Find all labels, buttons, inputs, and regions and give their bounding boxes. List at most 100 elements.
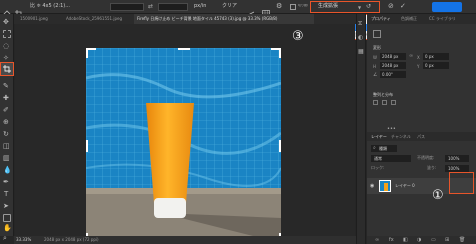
properties-tabs: プロパティ 色調補正 CC ライブラリ [367,14,476,24]
hand-tool-icon[interactable]: ✋ [3,224,12,232]
move-tool-icon[interactable]: ✥ [3,18,9,26]
x-field[interactable]: 0 px [423,53,449,60]
crop-height-field[interactable] [158,3,188,11]
fx-icon[interactable]: fx [389,237,394,243]
document-size: 2048 px x 2048 px (72 ppi) [44,237,99,242]
crop-icon [3,65,11,73]
layer-thumbnail [379,180,391,192]
fill-field[interactable]: 100% [445,165,469,172]
lasso-tool-icon[interactable]: ◌ [3,42,9,50]
link-layers-icon[interactable]: ∞ [375,237,379,243]
y-field[interactable]: 0 px [423,62,449,69]
crop-tool-button[interactable] [0,62,14,76]
annotation-badge-3: ③ [292,29,304,44]
zoom-tool-icon[interactable]: ⌕ [3,234,7,243]
tab-doc-2[interactable]: AdobeStock_25961551.jpeg [66,17,122,21]
color-panel-icon[interactable]: ◐ [358,34,363,41]
document-tabs: 1500901.jpeg AdobeStock_25961551.jpeg Fi… [14,14,360,24]
blur-tool-icon[interactable]: 💧 [3,166,12,174]
adjustment-icon[interactable]: ◑ [417,237,421,243]
pool-photo [86,48,281,243]
reset-icon[interactable]: ↺ [366,3,371,10]
brush-tool-icon[interactable]: ✐ [3,106,9,114]
layer-name: レイヤー 0 [395,183,415,188]
gradient-tool-icon[interactable]: ▥ [3,154,10,162]
right-panel: プロパティ 色調補正 CC ライブラリ 変形 W 2048 px ∞ X 0 p… [367,14,476,244]
pixel-layer-icon [373,30,381,38]
crop-tool-icon[interactable] [15,3,23,18]
align-left-icon[interactable] [373,100,378,105]
w-label: W [373,55,377,60]
highlight-box-1 [449,172,474,194]
group-icon[interactable]: ▭ [431,237,436,243]
cancel-icon[interactable]: ⊘ [388,2,394,10]
history-panel-icon[interactable]: ⧖ [358,20,362,28]
filter-search-icon: ⌕ [373,145,376,151]
share-button[interactable] [432,2,462,12]
history-brush-icon[interactable]: ↻ [3,130,9,138]
visibility-eye-icon[interactable]: ◉ [370,183,374,189]
section-align-distribute[interactable]: 整列と分布 [373,93,393,97]
canvas-workspace [15,24,355,243]
tools-panel: ✥ ◌ ✧ ✎ ✚ ✐ ⊕ ↻ ◫ ▥ 💧 ✒ T ➤ ✋ ⌕ [0,14,14,242]
clone-stamp-icon[interactable]: ⊕ [3,118,9,126]
delete-pixels-checkbox[interactable] [290,4,296,10]
angle-field[interactable]: 0.00° [380,71,406,78]
type-tool-icon[interactable]: T [4,190,8,198]
x-label: X [417,55,420,60]
tab-doc-3-active[interactable]: Firefly 日焼け止め ビーチ背景 地面タイル 45743 (3).jpg … [134,14,314,24]
mask-icon[interactable]: ◧ [403,237,408,243]
shape-tool-icon[interactable] [3,214,11,222]
tab-layers[interactable]: レイヤー [371,134,387,139]
clear-button[interactable]: クリア [222,4,237,9]
new-layer-icon[interactable]: ⊞ [445,237,449,243]
h-field[interactable]: 2048 px [380,62,406,69]
swatches-panel-icon[interactable]: ▦ [358,48,364,55]
section-transform[interactable]: 変形 [373,46,381,50]
zoom-level[interactable]: 33.33% [16,238,31,242]
marquee-tool-icon[interactable] [3,30,11,38]
crop-handle-top[interactable] [178,48,190,50]
swap-icon[interactable]: ⇄ [148,3,153,10]
eyedropper-icon[interactable]: ✎ [3,82,9,90]
healing-brush-icon[interactable]: ✚ [3,94,9,102]
tab-adjustments[interactable]: 色調補正 [401,17,417,21]
trash-icon[interactable]: 🗑 [459,237,465,243]
tab-properties[interactable]: プロパティ [371,17,391,21]
magic-wand-icon[interactable]: ✧ [3,54,9,62]
angle-icon: ∠ [373,72,378,78]
blend-mode-select[interactable]: 通常 [371,155,411,162]
tab-channels[interactable]: チャンネル [391,134,411,139]
tab-cc-libraries[interactable]: CC ライブラリ [429,17,456,21]
w-field[interactable]: 2048 px [380,53,406,60]
options-bar: 比 ≑ 4x5 (2:1)... ⇄ px/in クリア ⚙ 切り抜いたピクセル… [0,0,476,18]
lock-label: ロック: [371,165,385,170]
crop-handle-left[interactable] [86,140,88,152]
eraser-icon[interactable]: ◫ [3,142,10,150]
settings-gear-icon[interactable]: ⚙ [276,2,282,10]
layers-footer: ∞ fx ◧ ◑ ▭ ⊞ 🗑 [367,236,476,244]
confirm-icon[interactable]: ✓ [400,2,406,10]
chevron-down-icon: ▼ [358,5,362,10]
crop-handle-right[interactable] [279,140,281,152]
align-right-icon[interactable] [391,100,396,105]
crop-handle-tl[interactable] [86,48,96,58]
tab-paths[interactable]: パス [417,134,425,139]
fill-select[interactable]: 生成拡張 [318,4,338,9]
panel-icon-strip: ⧖ ◐ ▦ [356,14,366,244]
align-center-icon[interactable] [382,100,387,105]
overlay-grid-icon[interactable] [262,3,270,18]
straighten-icon[interactable] [245,3,255,17]
crop-preset-select[interactable]: 比 ≑ 4x5 (2:1)... [30,4,70,9]
opacity-field[interactable]: 100% [445,155,469,162]
crop-width-field[interactable] [110,3,144,11]
tab-doc-1[interactable]: 1500901.jpeg [20,17,48,21]
layers-tabs: レイヤー チャンネル パス [367,132,476,141]
pen-tool-icon[interactable]: ✒ [3,178,9,186]
home-icon[interactable] [3,3,11,18]
link-icon[interactable]: ∞ [409,53,413,59]
crop-handle-tr[interactable] [271,48,281,58]
annotation-badge-1: ① [432,188,444,203]
path-select-icon[interactable]: ➤ [3,202,9,210]
ratio-unit-select[interactable]: px/in [194,4,206,9]
